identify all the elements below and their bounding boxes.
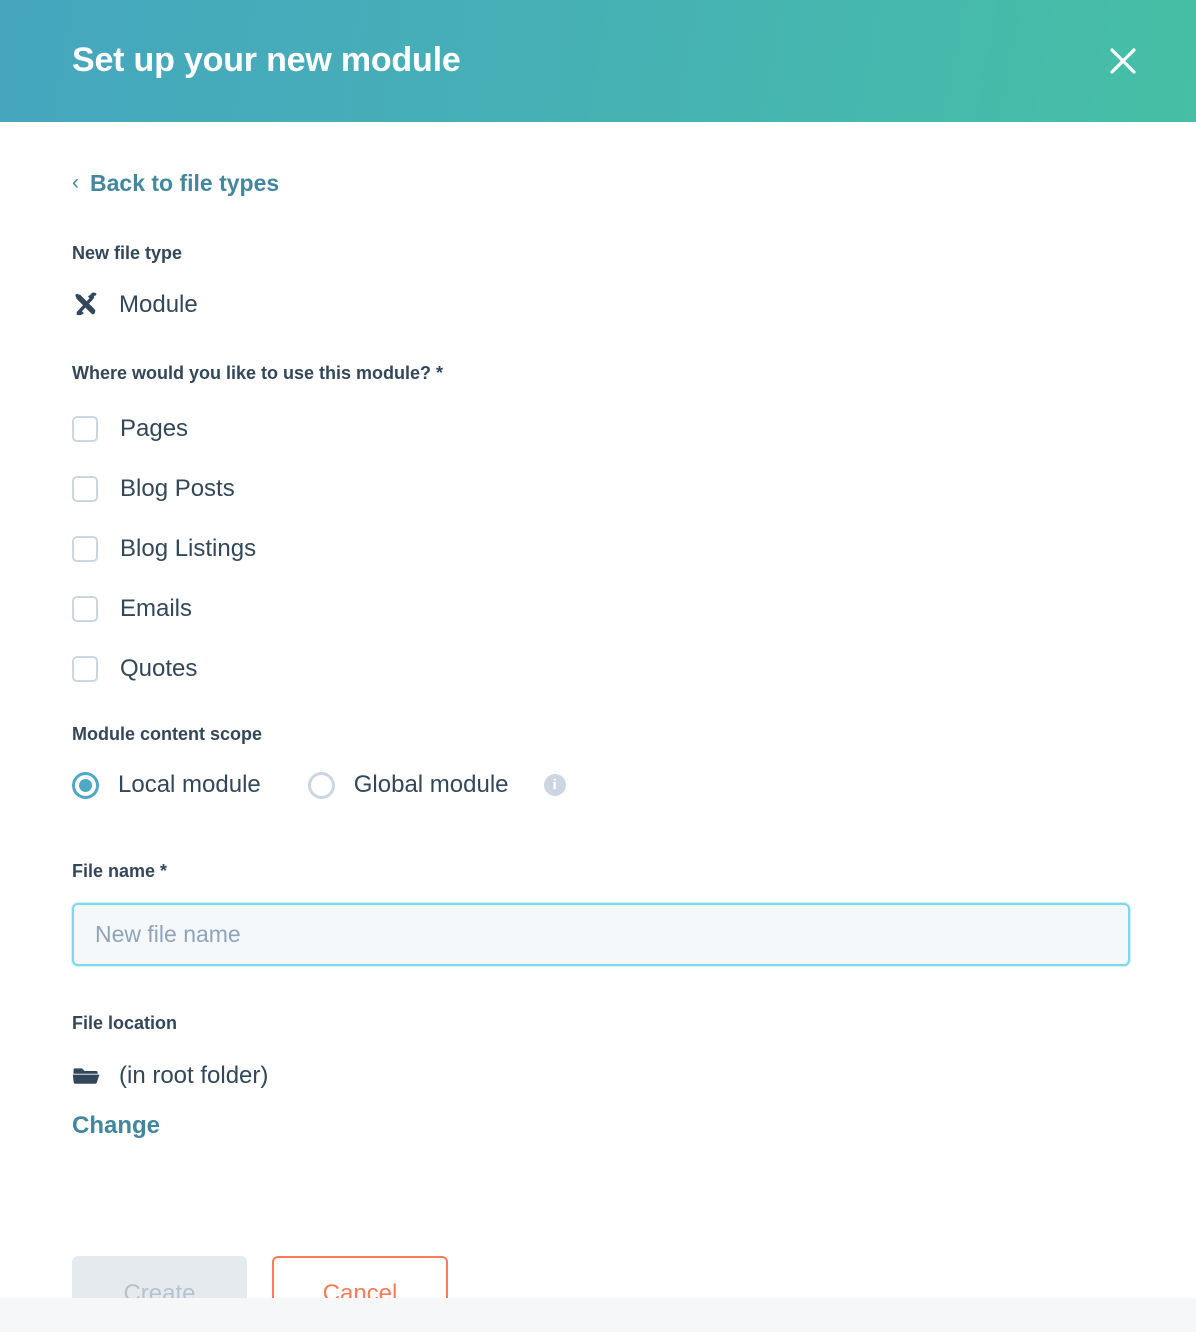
info-icon[interactable]: i <box>543 774 566 797</box>
module-scope-radio-group: Local module Global module i <box>72 771 1124 799</box>
checkbox-row-quotes[interactable]: Quotes <box>72 646 197 692</box>
checkbox-row-blog-listings[interactable]: Blog Listings <box>72 526 256 572</box>
back-to-file-types-link[interactable]: ‹ Back to file types <box>72 172 279 195</box>
radio-label-local-module: Local module <box>118 771 261 799</box>
checkbox-label-quotes: Quotes <box>120 655 198 683</box>
modal-body: ‹ Back to file types New file type Modul… <box>0 122 1196 1202</box>
checkbox-row-emails[interactable]: Emails <box>72 586 192 632</box>
close-button[interactable] <box>1100 38 1146 84</box>
checkbox-blog-posts[interactable] <box>72 476 98 503</box>
radio-dot-icon <box>79 778 92 792</box>
checkbox-label-blog-listings: Blog Listings <box>120 535 257 563</box>
change-location-link[interactable]: Change <box>72 1113 160 1138</box>
radio-option-global-module[interactable]: Global module <box>307 771 509 799</box>
module-tools-icon <box>72 291 100 319</box>
new-file-type-section: New file type Module <box>72 243 1124 319</box>
bottom-strip <box>0 1298 1196 1332</box>
new-file-type-value-row: Module <box>72 291 1124 319</box>
close-icon <box>1107 45 1139 77</box>
checkbox-row-blog-posts[interactable]: Blog Posts <box>72 466 235 512</box>
checkbox-quotes[interactable] <box>72 656 98 683</box>
file-location-value-row: (in root folder) <box>72 1062 1124 1090</box>
new-file-type-label: New file type <box>72 243 183 263</box>
new-file-type-value: Module <box>119 290 198 318</box>
checkbox-label-emails: Emails <box>120 595 193 623</box>
checkbox-row-pages[interactable]: Pages <box>72 406 188 452</box>
checkbox-pages[interactable] <box>72 416 98 443</box>
module-usage-label: Where would you like to use this module?… <box>72 362 444 383</box>
radio-label-global-module: Global module <box>353 771 509 799</box>
module-scope-section: Module content scope Local module Global… <box>72 724 1124 799</box>
radio-local-module[interactable] <box>72 771 99 799</box>
chevron-left-icon: ‹ <box>72 171 79 194</box>
checkbox-emails[interactable] <box>72 596 98 623</box>
checkbox-blog-listings[interactable] <box>72 536 98 563</box>
module-usage-checkbox-group: Pages Blog Posts Blog Listings Emails Qu <box>72 406 1124 692</box>
file-location-label: File location <box>72 1013 178 1034</box>
setup-module-modal: Set up your new module ‹ Back to file ty… <box>0 0 1196 1332</box>
checkbox-label-pages: Pages <box>120 415 189 443</box>
checkbox-label-blog-posts: Blog Posts <box>120 475 235 503</box>
module-scope-label: Module content scope <box>72 724 263 745</box>
file-location-value: (in root folder) <box>119 1061 269 1089</box>
back-link-label: Back to file types <box>90 170 280 196</box>
page-title: Set up your new module <box>72 41 461 80</box>
file-name-input[interactable] <box>72 903 1130 967</box>
radio-global-module[interactable] <box>307 771 335 799</box>
radio-option-local-module[interactable]: Local module <box>72 771 261 799</box>
file-name-label: File name * <box>72 860 168 881</box>
module-usage-section: Where would you like to use this module?… <box>72 363 1124 693</box>
modal-header: Set up your new module <box>0 0 1196 122</box>
file-name-section: File name * <box>72 860 1130 967</box>
folder-icon <box>72 1062 100 1090</box>
file-location-section: File location (in root folder) Change <box>72 1013 1124 1138</box>
